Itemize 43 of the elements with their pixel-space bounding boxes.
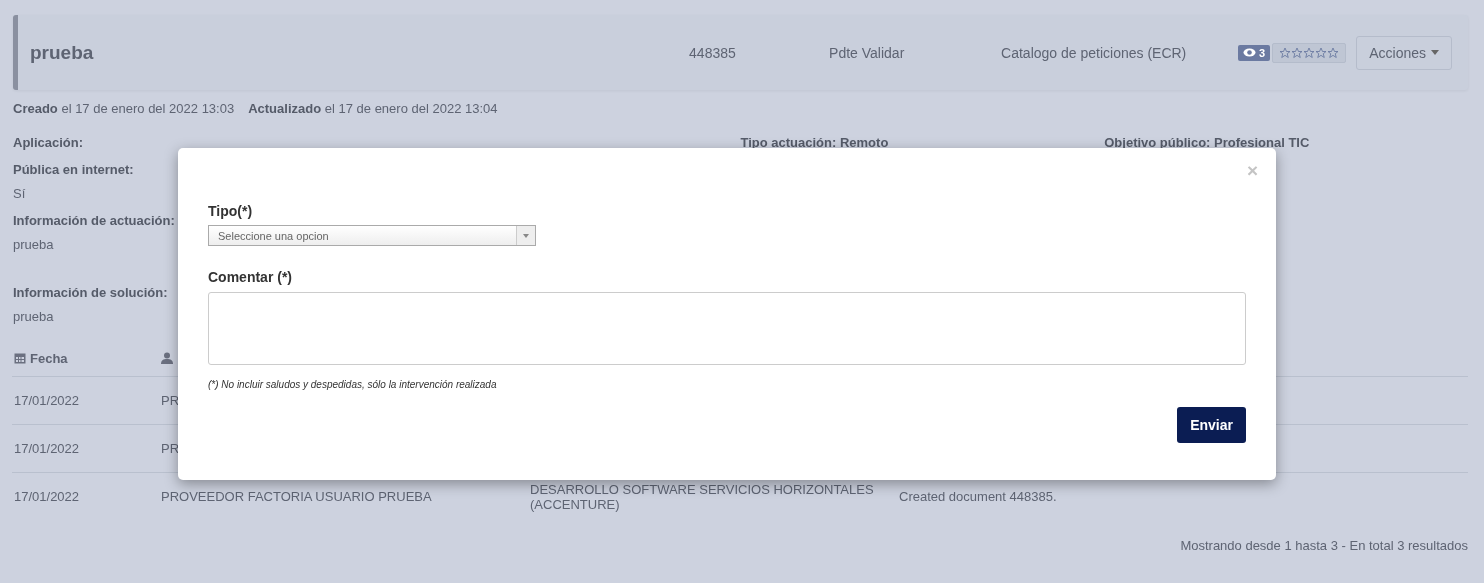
rating-stars[interactable] <box>1272 42 1347 63</box>
table-cell-text: 17/01/2022 <box>13 489 81 504</box>
status-text: Pdte Validar <box>829 44 906 61</box>
comment-field[interactable] <box>208 292 1246 365</box>
star-icon <box>1303 46 1316 59</box>
user-icon <box>161 352 173 364</box>
field-label: Aplicación: <box>13 135 85 150</box>
column-header: Fecha <box>30 350 68 366</box>
field-label: Información de solución: <box>13 285 169 300</box>
actions-dropdown-button[interactable]: Acciones <box>1356 35 1452 70</box>
field-label: Información de actuación: <box>13 213 176 228</box>
catalog-text: Catalogo de peticiones (ECR) <box>1001 44 1188 61</box>
field-label: Tipo actuación: Remoto <box>740 135 890 150</box>
field-label: Objetivo público: Profesional TIC <box>1104 135 1311 150</box>
page-title: prueba <box>30 41 95 64</box>
field-label: Comentar (*) <box>208 269 293 285</box>
type-select[interactable]: Seleccione una opcion <box>208 225 536 246</box>
table-cell-text: PR <box>160 393 181 408</box>
caret-icon <box>523 233 529 238</box>
star-icon <box>1315 46 1328 59</box>
timestamp-text: Actualizado el 17 de enero del 2022 13:04 <box>248 101 498 116</box>
field-value: Sí <box>13 186 27 201</box>
table-cell-text: DESARROLLO SOFTWARE SERVICIOS HORIZONTALES (ACCENTURE) <box>529 481 875 512</box>
help-text: (*) No incluir saludos y despedidas, sólo la intervención realizada <box>208 379 498 390</box>
table-cell-text: PROVEEDOR FACTORIA USUARIO PRUEBA <box>160 489 433 504</box>
table-cell-text: PR <box>160 441 181 456</box>
star-icon <box>1327 46 1340 59</box>
caret-icon <box>1431 50 1439 55</box>
field-label: Pública en internet: <box>13 162 135 177</box>
timestamp-text: Creado el 17 de enero del 2022 13:03 <box>13 101 235 116</box>
table-cell-text: 17/01/2022 <box>13 393 81 408</box>
field-value: prueba <box>13 309 55 324</box>
table-cell-text: 17/01/2022 <box>13 441 81 456</box>
eye-icon <box>1243 48 1257 57</box>
send-button[interactable]: Enviar <box>1177 407 1246 443</box>
field-label: Tipo(*) <box>208 203 254 219</box>
star-icon <box>1291 46 1304 59</box>
views-badge: 3 <box>1238 44 1271 61</box>
pagination-text: Mostrando desde 1 hasta 3 - En total 3 resultados <box>1180 538 1468 553</box>
star-icon <box>1279 46 1292 59</box>
table-cell-text: Created document 448385. <box>898 489 1058 504</box>
record-number: 448385 <box>689 44 737 61</box>
calendar-icon <box>14 352 26 364</box>
